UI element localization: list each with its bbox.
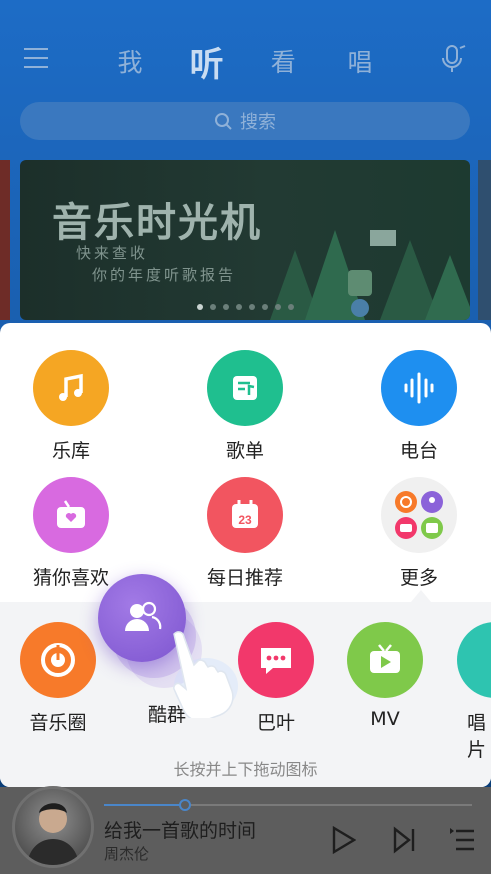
calendar-day-text: 23 — [238, 513, 252, 527]
entry-more-label: 更多 — [399, 567, 438, 589]
entry-library[interactable]: 乐库 — [11, 350, 131, 463]
group-icon — [125, 601, 162, 631]
artist-photo-icon — [27, 803, 79, 865]
music-circle-icon — [20, 622, 96, 698]
promo-banner[interactable]: 音乐时光机 快来查收 你的年度听歌报告 — [20, 160, 470, 320]
album-avatar[interactable] — [12, 786, 94, 868]
tray-record-label: 唱片 — [467, 712, 487, 761]
more-grid-icon — [381, 477, 457, 553]
pagination-dot — [274, 304, 281, 310]
pagination-dot — [235, 304, 242, 310]
artist-name: 周杰伦 — [104, 845, 150, 863]
tray-mv[interactable]: MV — [330, 622, 440, 730]
radio-wave-icon — [381, 350, 457, 426]
pagination-dot — [261, 304, 268, 310]
banner-title: 音乐时光机 — [52, 199, 262, 246]
entry-radio-label: 电台 — [399, 440, 438, 462]
playlist-queue-icon[interactable] — [450, 826, 476, 854]
tv-play-icon — [347, 622, 423, 698]
search-icon — [215, 113, 232, 130]
entry-daily-recommend[interactable]: 23 每日推荐 — [185, 477, 305, 590]
tab-listen[interactable]: 听 — [177, 37, 237, 86]
chat-bubble-icon — [238, 622, 314, 698]
playback-progress[interactable] — [104, 799, 472, 811]
entry-daily-label: 每日推荐 — [206, 567, 283, 589]
pagination-dot — [287, 304, 294, 310]
music-note-icon — [33, 350, 109, 426]
progress-fill — [104, 804, 185, 806]
pagination-dot — [222, 304, 229, 310]
banner-subtitle-1: 快来查收 — [76, 244, 149, 262]
tray-mv-label: MV — [370, 708, 400, 730]
search-bar[interactable]: 搜索 — [20, 102, 470, 140]
pagination-dot — [196, 304, 203, 310]
entry-radio[interactable]: 电台 — [359, 350, 479, 463]
progress-knob[interactable] — [178, 799, 191, 811]
voice-search-icon[interactable] — [440, 44, 468, 74]
banner-pagination — [20, 304, 470, 310]
entry-playlist-label: 歌单 — [225, 440, 264, 462]
banner-next-peek — [478, 160, 491, 320]
banner-prev-peek — [0, 160, 10, 320]
play-icon[interactable] — [330, 826, 356, 854]
record-icon — [457, 622, 491, 698]
next-track-icon[interactable] — [392, 826, 416, 854]
more-pointer — [411, 590, 431, 602]
playlist-icon — [207, 350, 283, 426]
entry-playlist[interactable]: 歌单 — [185, 350, 305, 463]
tab-sing[interactable]: 唱 — [330, 43, 390, 79]
main-tabs: 我 听 看 唱 — [100, 36, 390, 86]
tray-music-circle[interactable]: 音乐圈 — [3, 622, 113, 735]
menu-icon[interactable] — [24, 48, 48, 70]
entry-guess-you-like[interactable]: 猜你喜欢 — [11, 477, 131, 590]
pagination-dot — [248, 304, 255, 310]
search-placeholder: 搜索 — [240, 112, 276, 133]
banner-subtitle-2: 你的年度听歌报告 — [92, 266, 237, 284]
calendar-icon: 23 — [207, 477, 283, 553]
tv-heart-icon — [33, 477, 109, 553]
drag-hand-icon — [173, 631, 238, 718]
tab-watch[interactable]: 看 — [253, 43, 313, 79]
entry-library-label: 乐库 — [51, 440, 90, 462]
drag-hint: 长按并上下拖动图标 — [173, 760, 318, 779]
entry-more[interactable]: 更多 — [359, 477, 479, 590]
tab-me[interactable]: 我 — [100, 43, 160, 79]
song-title: 给我一首歌的时间 — [104, 820, 257, 842]
tray-music-circle-label: 音乐圈 — [29, 712, 87, 734]
pagination-dot — [209, 304, 216, 310]
tray-record[interactable]: 唱片 — [439, 622, 491, 762]
